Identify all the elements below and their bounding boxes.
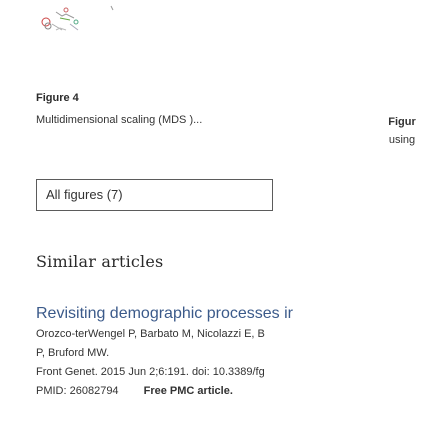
article-authors-line2: P, Bruford MW.: [36, 347, 110, 359]
article-pmid-row: PMID: 26082794 Free PMC article.: [36, 383, 448, 400]
figure-4-thumbnail[interactable]: [36, 0, 156, 56]
figure-4-title[interactable]: Figure 4: [36, 92, 266, 104]
figure-5-caption: using: [388, 134, 416, 146]
figure-4-caption: Multidimensional scaling (MDS )...: [36, 114, 203, 126]
article-authors: Orozco-terWengel P, Barbato M, Nicolazzi…: [36, 328, 265, 340]
all-figures-button[interactable]: All figures (7): [36, 179, 273, 211]
article-title-link[interactable]: Revisiting demographic processes ir: [36, 304, 448, 324]
figure-5-title[interactable]: Figur: [362, 113, 442, 131]
free-pmc-badge: Free PMC article.: [143, 385, 233, 397]
similar-article-item: Revisiting demographic processes ir Oroz…: [36, 304, 448, 400]
article-citation: Front Genet. 2015 Jun 2;6:191. doi: 10.3…: [36, 366, 265, 378]
article-pmid: PMID: 26082794: [36, 385, 119, 397]
similar-articles-heading: Similar articles: [36, 252, 164, 271]
scatter-plot-thumbnail-icon: [41, 5, 114, 31]
figure-5-caption-block[interactable]: Figur using: [362, 113, 442, 149]
figure-4-caption-block[interactable]: Figure 4 Multidimensional scaling (MDS )…: [36, 92, 266, 129]
